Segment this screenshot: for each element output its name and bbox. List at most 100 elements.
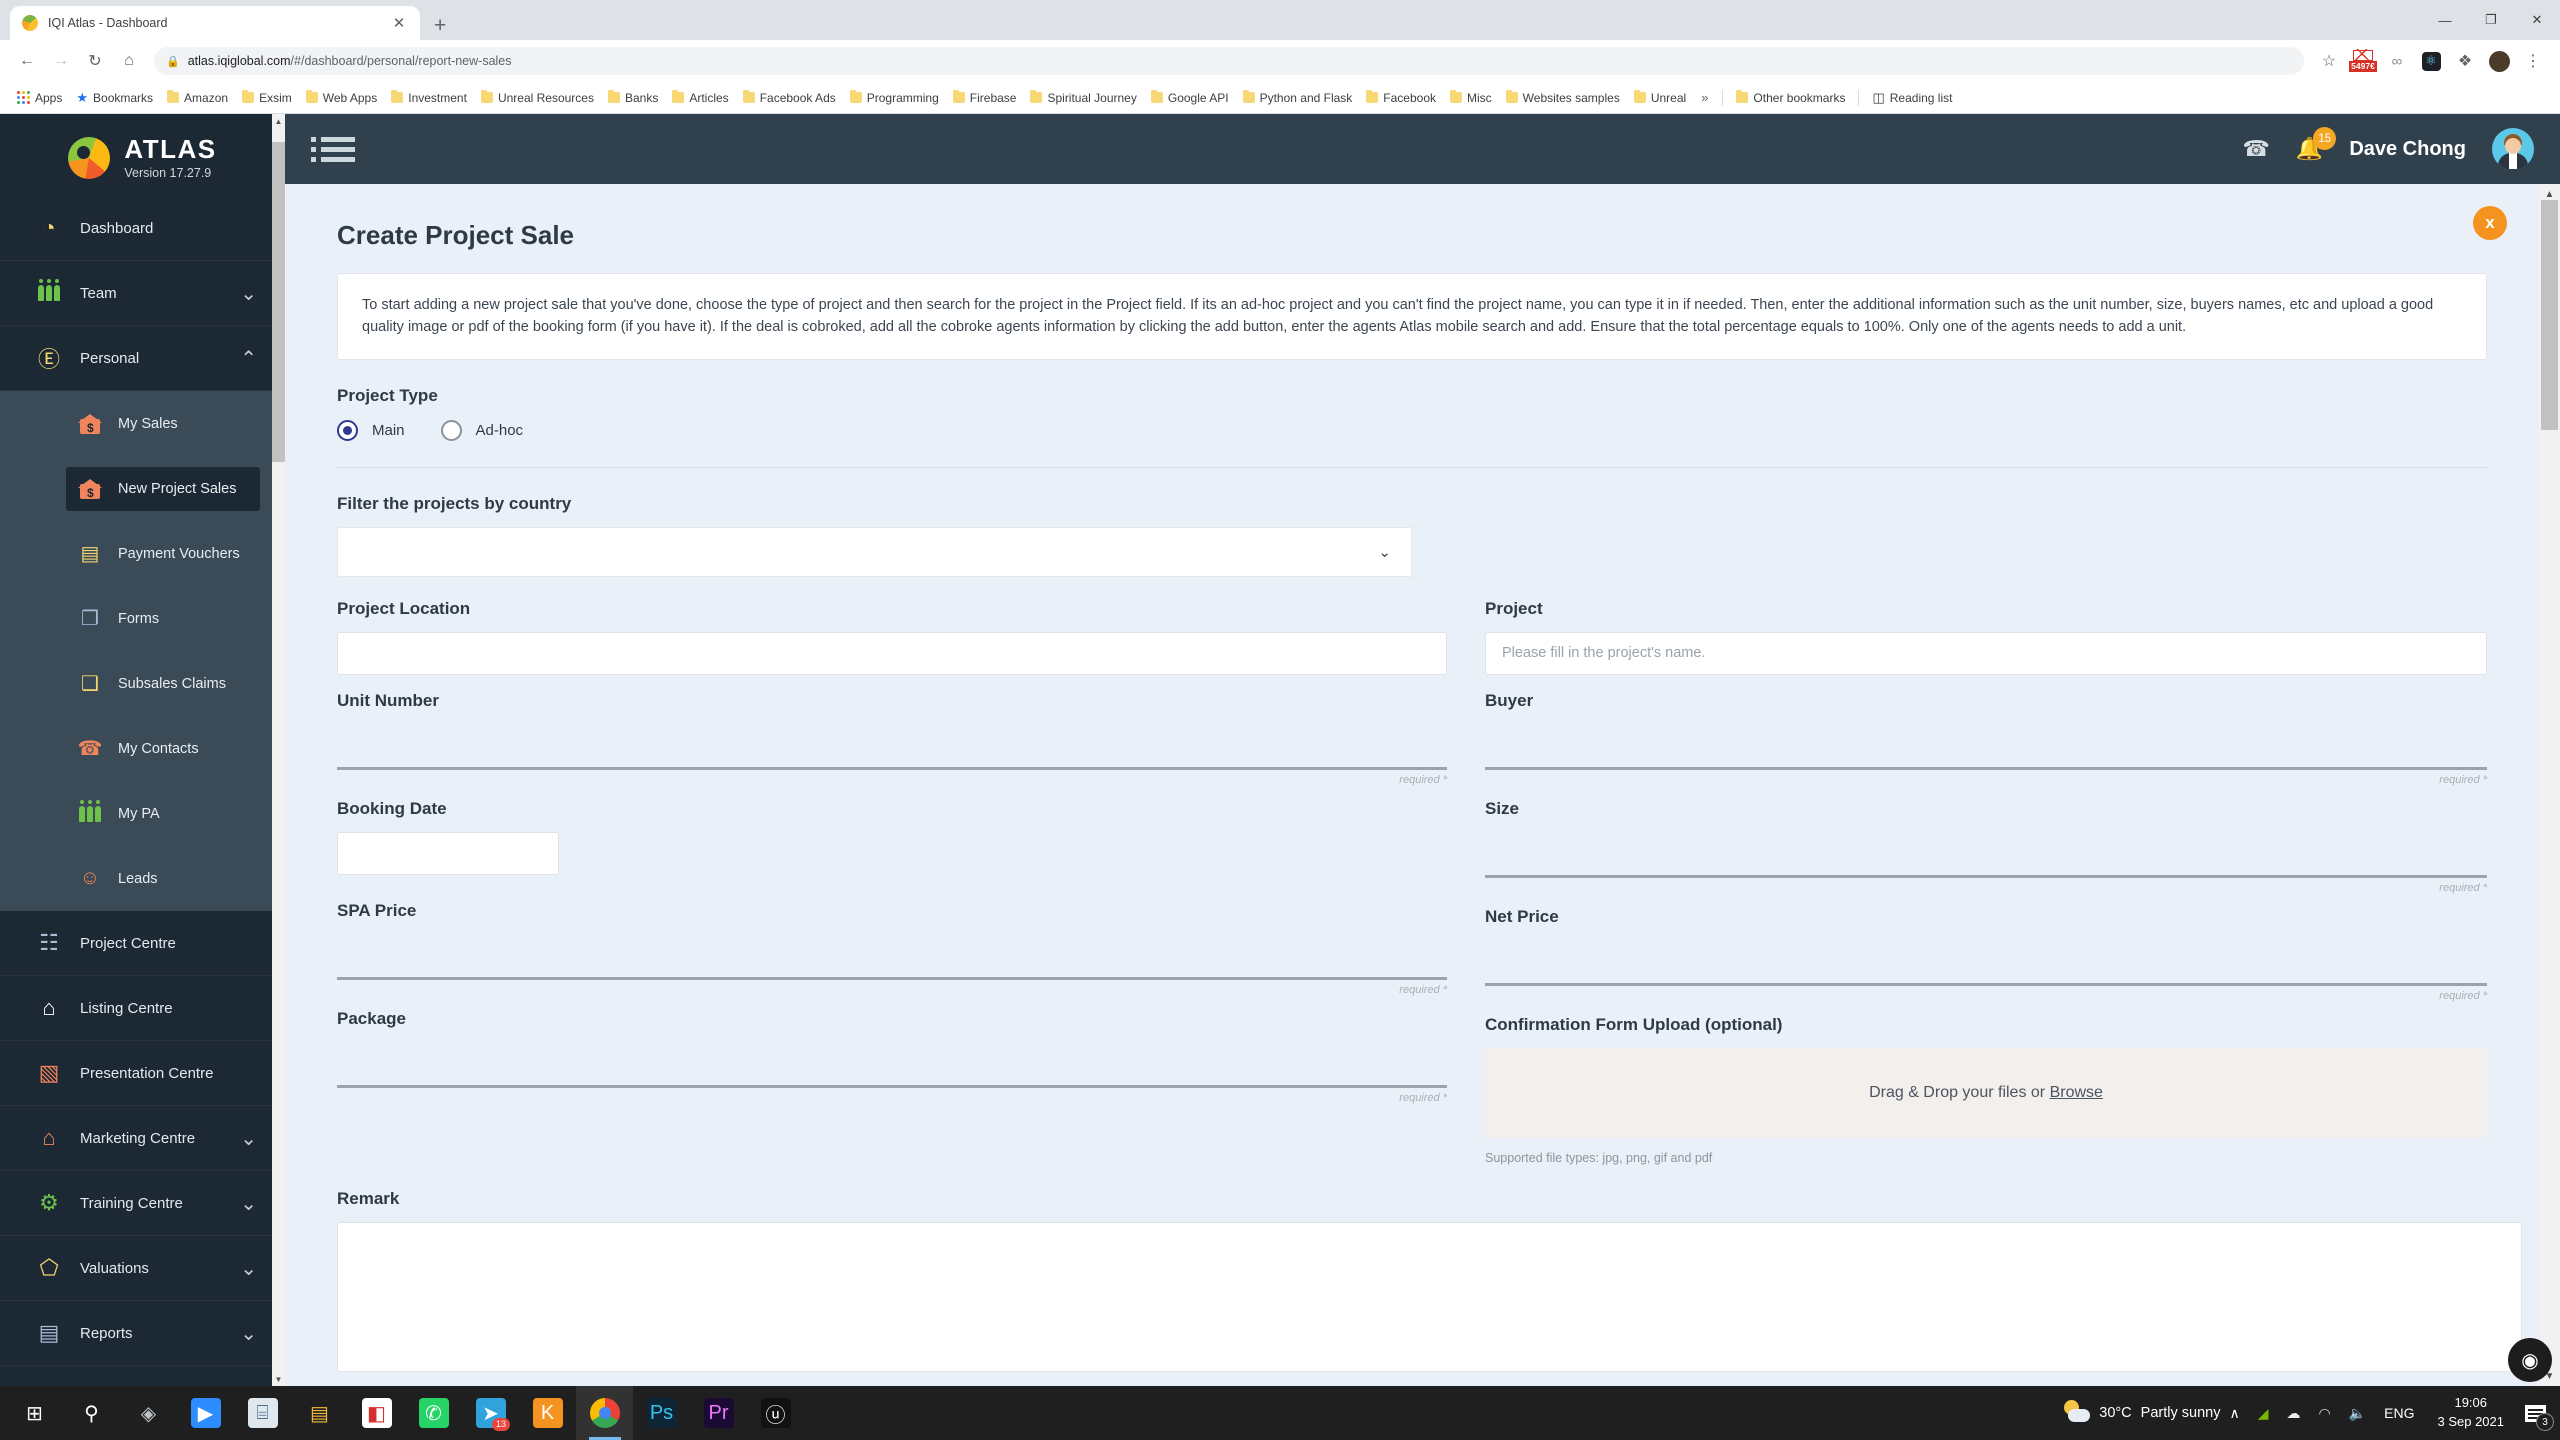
- net-price-input[interactable]: [1485, 940, 2487, 986]
- close-icon[interactable]: ✕: [390, 14, 408, 32]
- radio-adhoc-label[interactable]: Ad-hoc: [476, 422, 524, 439]
- volume-icon[interactable]: 🔈: [2340, 1386, 2375, 1440]
- taskbar-task-view-button[interactable]: ◈: [120, 1386, 177, 1440]
- bookmark-item[interactable]: Facebook: [1359, 88, 1443, 108]
- buyer-input[interactable]: [1485, 724, 2487, 770]
- file-drop-zone[interactable]: Drag & Drop your files or Browse: [1485, 1047, 2487, 1138]
- apps-shortcut[interactable]: Apps: [10, 88, 69, 108]
- sidebar-item-team[interactable]: Team ⌄: [0, 261, 285, 326]
- browser-tab[interactable]: IQI Atlas - Dashboard ✕: [10, 6, 420, 40]
- bookmark-item[interactable]: Amazon: [160, 88, 235, 108]
- taskbar-search-button[interactable]: ⚲: [63, 1386, 120, 1440]
- profile-avatar[interactable]: [2484, 46, 2514, 76]
- project-input[interactable]: Please fill in the project's name.: [1485, 631, 2487, 675]
- nvidia-icon[interactable]: ◢: [2249, 1386, 2278, 1440]
- user-name[interactable]: Dave Chong: [2349, 138, 2466, 161]
- minimize-button[interactable]: —: [2422, 0, 2468, 40]
- action-center-icon[interactable]: 3: [2518, 1396, 2554, 1431]
- taskbar-telegram-button[interactable]: ➤ 13: [462, 1386, 519, 1440]
- sidebar-item-listing-centre[interactable]: ⌂ Listing Centre: [0, 976, 285, 1041]
- sidebar-item-training-centre[interactable]: ⚙ Training Centre ⌄: [0, 1171, 285, 1236]
- puzzle-extensions-icon[interactable]: ❖: [2450, 46, 2480, 76]
- browse-link[interactable]: Browse: [2050, 1084, 2103, 1101]
- size-input[interactable]: [1485, 832, 2487, 878]
- taskbar-file-explorer-button[interactable]: ▤: [291, 1386, 348, 1440]
- sidebar-subitem-my-pa[interactable]: My PA: [0, 781, 285, 846]
- bookmark-item[interactable]: Unreal Resources: [474, 88, 601, 108]
- maximize-button[interactable]: ❐: [2468, 0, 2514, 40]
- package-input[interactable]: [337, 1042, 1447, 1088]
- page-scrollbar[interactable]: ▲ ▼: [2539, 184, 2560, 1386]
- bookmark-item[interactable]: Banks: [601, 88, 665, 108]
- sidebar-subitem-payment-vouchers[interactable]: ▤ Payment Vouchers: [0, 521, 285, 586]
- sidebar-item-project-centre[interactable]: ☷ Project Centre: [0, 911, 285, 976]
- sidebar-item-marketing-centre[interactable]: ⌂ Marketing Centre ⌄: [0, 1106, 285, 1171]
- booking-date-input[interactable]: [337, 831, 559, 875]
- other-bookmarks-folder[interactable]: Other bookmarks: [1729, 88, 1852, 108]
- headset-icon[interactable]: ☎: [2243, 136, 2270, 162]
- chevron-down-icon[interactable]: ⌄: [240, 1321, 257, 1346]
- bookmark-item[interactable]: Web Apps: [299, 88, 384, 108]
- taskbar-unreal-engine-button[interactable]: ⓤ: [747, 1386, 804, 1440]
- taskbar-photoshop-button[interactable]: Ps: [633, 1386, 690, 1440]
- sidebar-item-presentation-centre[interactable]: ▧ Presentation Centre: [0, 1041, 285, 1106]
- sidebar-subitem-my-contacts[interactable]: ☎ My Contacts: [0, 716, 285, 781]
- taskbar-kingsoft-button[interactable]: K: [519, 1386, 576, 1440]
- chevron-down-icon[interactable]: ⌄: [240, 1191, 257, 1216]
- bookmark-item[interactable]: Spiritual Journey: [1023, 88, 1143, 108]
- chat-support-button[interactable]: ◉: [2508, 1338, 2552, 1382]
- avatar[interactable]: [2492, 128, 2534, 170]
- taskbar-zoom-button[interactable]: ▶: [177, 1386, 234, 1440]
- wifi-icon[interactable]: ◠: [2309, 1386, 2339, 1440]
- notifications-button[interactable]: 🔔 15: [2296, 127, 2337, 162]
- link-extension-icon[interactable]: ∞: [2382, 46, 2412, 76]
- clock[interactable]: 19:06 3 Sep 2021: [2423, 1394, 2518, 1432]
- scroll-up-icon[interactable]: ▲: [272, 114, 285, 128]
- sidebar-subitem-new-project-sales[interactable]: $ New Project Sales: [0, 456, 285, 521]
- forward-icon[interactable]: →: [46, 46, 76, 76]
- onedrive-icon[interactable]: ☁: [2277, 1386, 2309, 1440]
- sidebar-scrollbar[interactable]: ▲ ▼: [272, 114, 285, 1386]
- bookmark-item[interactable]: Google API: [1144, 88, 1236, 108]
- bookmark-item[interactable]: Firebase: [946, 88, 1024, 108]
- chevron-up-icon[interactable]: ⌃: [240, 346, 257, 371]
- radio-adhoc[interactable]: [440, 419, 462, 441]
- spa-price-input[interactable]: [337, 934, 1447, 980]
- weather-widget[interactable]: 30°C Partly sunny: [2040, 1400, 2220, 1426]
- new-tab-button[interactable]: +: [434, 15, 446, 36]
- home-icon[interactable]: ⌂: [114, 46, 144, 76]
- tray-overflow-icon[interactable]: ∧: [2220, 1386, 2248, 1440]
- bookmarks-overflow-icon[interactable]: »: [1693, 90, 1716, 105]
- sidebar-subitem-forms[interactable]: ❐ Forms: [0, 586, 285, 651]
- taskbar-windows-start-button[interactable]: ⊞: [6, 1386, 63, 1440]
- list-menu-icon[interactable]: [311, 136, 355, 162]
- sidebar-item-dashboard[interactable]: ◔ Dashboard: [0, 196, 285, 261]
- chrome-menu-icon[interactable]: ⋮: [2518, 46, 2548, 76]
- taskbar-whatsapp-button[interactable]: ✆: [405, 1386, 462, 1440]
- sidebar-item-reports[interactable]: ▤ Reports ⌄: [0, 1301, 285, 1366]
- reload-icon[interactable]: ↻: [80, 46, 110, 76]
- scrollbar-thumb[interactable]: [272, 142, 285, 462]
- sidebar-subitem-subsales-claims[interactable]: ❑ Subsales Claims: [0, 651, 285, 716]
- bookmark-item[interactable]: Unreal: [1627, 88, 1693, 108]
- sidebar-subitem-my-sales[interactable]: $ My Sales: [0, 391, 285, 456]
- chevron-down-icon[interactable]: ⌄: [240, 1126, 257, 1151]
- bookmark-item[interactable]: Programming: [843, 88, 946, 108]
- taskbar-chrome-button[interactable]: [576, 1386, 633, 1440]
- window-close-button[interactable]: ✕: [2514, 0, 2560, 40]
- reading-list-button[interactable]: ◫ Reading list: [1865, 87, 1959, 109]
- taskbar-calculator-button[interactable]: ⌸: [234, 1386, 291, 1440]
- country-select[interactable]: ⌄: [337, 526, 1412, 577]
- bookmarks-shortcut[interactable]: ★ Bookmarks: [69, 87, 160, 109]
- close-button[interactable]: x: [2473, 206, 2507, 240]
- project-location-input[interactable]: [337, 631, 1447, 675]
- bookmark-item[interactable]: Investment: [384, 88, 474, 108]
- sidebar-item-personal[interactable]: Ⓔ Personal ⌃: [0, 326, 285, 391]
- language-indicator[interactable]: ENG: [2375, 1386, 2423, 1440]
- chevron-down-icon[interactable]: ⌄: [240, 281, 257, 306]
- chevron-down-icon[interactable]: ⌄: [240, 1256, 257, 1281]
- scroll-down-icon[interactable]: ▼: [272, 1372, 285, 1386]
- gmail-extension-icon[interactable]: 5497€: [2348, 46, 2378, 76]
- bookmark-star-icon[interactable]: ☆: [2314, 46, 2344, 76]
- bookmark-item[interactable]: Misc: [1443, 88, 1499, 108]
